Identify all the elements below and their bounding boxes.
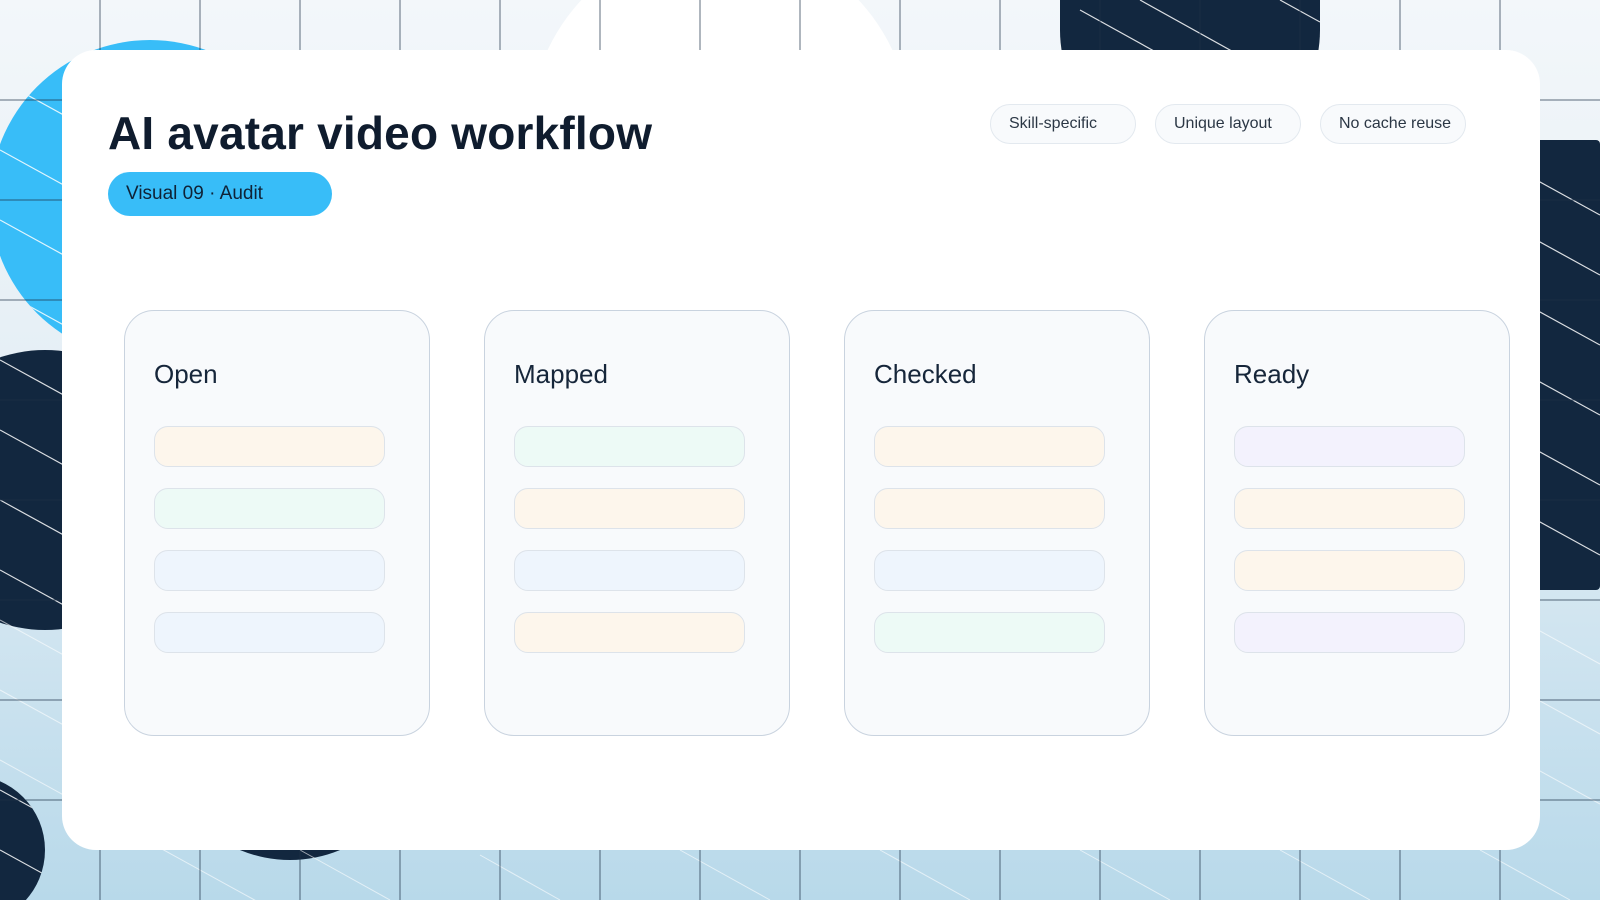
column-mapped: Mapped [484,310,790,736]
list-item[interactable] [1234,426,1465,467]
list-item[interactable] [514,426,745,467]
column-checked: Checked [844,310,1150,736]
visual-badge: Visual 09 · Audit [108,172,332,216]
list-item[interactable] [1234,612,1465,653]
list-item[interactable] [874,612,1105,653]
list-item[interactable] [874,426,1105,467]
list-item[interactable] [1234,550,1465,591]
tag-unique-layout[interactable]: Unique layout [1155,104,1301,144]
list-item[interactable] [514,488,745,529]
list-item[interactable] [514,612,745,653]
column-title: Open [154,359,218,389]
column-title: Mapped [514,359,608,389]
main-card: AI avatar video workflow Visual 09 · Aud… [62,50,1540,850]
list-item[interactable] [154,426,385,467]
list-item[interactable] [154,612,385,653]
column-open: Open [124,310,430,736]
tag-group: Skill-specific Unique layout No cache re… [62,104,1540,144]
tag-skill-specific[interactable]: Skill-specific [990,104,1136,144]
tag-no-cache-reuse[interactable]: No cache reuse [1320,104,1466,144]
column-title: Ready [1234,359,1310,389]
list-item[interactable] [154,550,385,591]
list-item[interactable] [1234,488,1465,529]
list-item[interactable] [874,550,1105,591]
list-item[interactable] [154,488,385,529]
list-item[interactable] [514,550,745,591]
list-item[interactable] [874,488,1105,529]
column-title: Checked [874,359,977,389]
column-ready: Ready [1204,310,1510,736]
